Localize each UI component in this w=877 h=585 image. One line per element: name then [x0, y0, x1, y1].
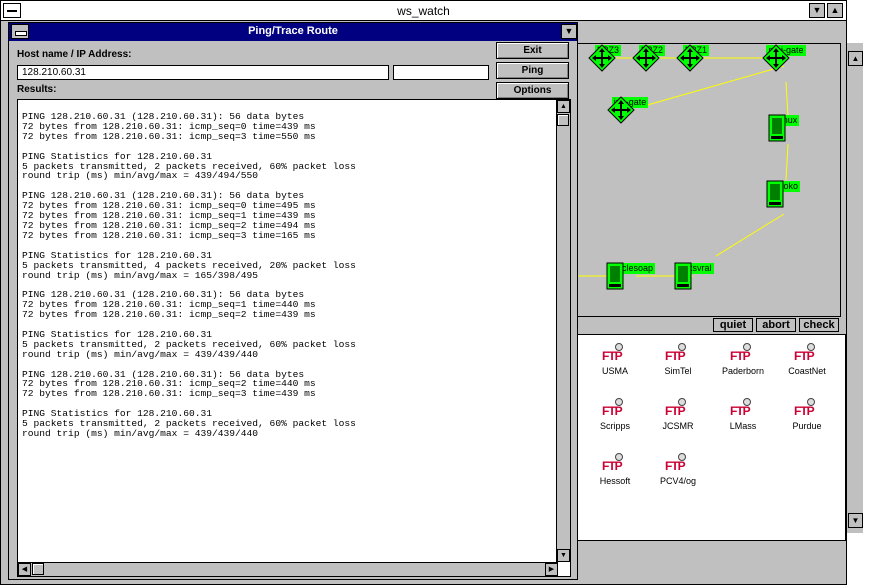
ftp-site-paderborn[interactable]: FTP Paderborn [711, 343, 775, 376]
ftp-icon: FTP [730, 398, 756, 420]
node-mpi-gate[interactable]: mpi-gate [762, 44, 810, 72]
ftp-icon: FTP [665, 453, 691, 475]
ftp-icon: FTP [665, 343, 691, 365]
ftp-site-name: SimTel [664, 366, 692, 376]
ftp-site-name: Scripps [599, 421, 630, 431]
node-lrz3[interactable]: LRZ3 [588, 44, 628, 72]
host-field-label: Host name / IP Address: [17, 49, 132, 60]
host-address-input[interactable] [17, 65, 389, 80]
results-scroll-down-icon[interactable]: ▼ [557, 549, 570, 562]
quiet-button[interactable]: quiet [713, 318, 753, 332]
link-zooko-tuxsvral [715, 213, 785, 257]
node-ipp-gate[interactable]: ipp-gate [607, 96, 653, 124]
ftp-site-name: Paderborn [721, 366, 765, 376]
ftp-icon: FTP [602, 343, 628, 365]
ping-dialog-title: Ping/Trace Route [248, 25, 338, 37]
results-label: Results: [17, 84, 57, 95]
results-horizontal-scrollbar[interactable]: ◀ ▶ [18, 562, 558, 576]
ftp-site-name: CoastNet [788, 366, 826, 376]
link-linux-zooko [785, 143, 789, 181]
results-scroll-thumb[interactable] [557, 114, 569, 126]
ftp-site-pcv4og[interactable]: FTP PCV4/og [646, 453, 710, 486]
host-computer-icon [674, 262, 692, 290]
results-hscroll-thumb[interactable] [32, 563, 44, 575]
ftp-site-simtel[interactable]: FTP SimTel [646, 343, 710, 376]
results-scroll-left-icon[interactable]: ◀ [18, 563, 31, 576]
scroll-down-arrow-icon[interactable]: ▼ [848, 513, 863, 528]
main-window-title: ws_watch [397, 4, 450, 18]
host-computer-icon [606, 262, 624, 290]
ping-dialog-titlebar[interactable]: Ping/Trace Route ▼ [9, 23, 577, 41]
ftp-site-usma[interactable]: FTP USMA [583, 343, 647, 376]
node-zooko[interactable]: zooko [766, 180, 806, 208]
node-cyclesoap[interactable]: cyclesoap [606, 262, 660, 290]
router-icon [588, 44, 616, 72]
ftp-icon: FTP [665, 398, 691, 420]
ping-trace-route-dialog: Ping/Trace Route ▼ Host name / IP Addres… [8, 22, 578, 580]
node-lrz2[interactable]: LRZ2 [632, 44, 672, 72]
exit-button[interactable]: Exit [496, 42, 569, 59]
ftp-icon: FTP [794, 398, 820, 420]
ftp-site-name: USMA [601, 366, 628, 376]
ftp-site-purdue[interactable]: FTP Purdue [775, 398, 839, 431]
host-computer-icon [768, 114, 786, 142]
main-vertical-scrollbar[interactable]: ▲ ▼ [846, 43, 863, 533]
ftp-site-hessoft[interactable]: FTP Hessoft [583, 453, 647, 486]
node-tuxsvral[interactable]: tuxsvral [674, 262, 718, 290]
results-textarea[interactable]: PING 128.210.60.31 (128.210.60.31): 56 d… [17, 99, 571, 577]
main-titlebar[interactable]: ws_watch ▼ ▲ [1, 1, 846, 21]
router-icon [762, 44, 790, 72]
results-vertical-scrollbar[interactable]: ▲ ▼ [556, 100, 570, 562]
router-icon [676, 44, 704, 72]
check-button[interactable]: check [799, 318, 839, 332]
abort-button[interactable]: abort [756, 318, 796, 332]
ftp-site-name: Hessoft [599, 476, 631, 486]
options-button[interactable]: Options [496, 82, 569, 99]
node-linux[interactable]: linux [768, 114, 808, 142]
scroll-up-arrow-icon[interactable]: ▲ [848, 51, 863, 66]
link-mpi-gate-linux [785, 81, 789, 117]
dialog-minimize-button[interactable]: ▼ [561, 24, 577, 39]
maximize-button[interactable]: ▲ [827, 3, 843, 18]
ftp-site-lmass[interactable]: FTP LMass [711, 398, 775, 431]
ftp-icon: FTP [794, 343, 820, 365]
ftp-site-scripps[interactable]: FTP Scripps [583, 398, 647, 431]
router-icon [607, 96, 635, 124]
link-mpi-gate-ipp-gate [643, 65, 785, 107]
ftp-icon: FTP [730, 343, 756, 365]
router-icon [632, 44, 660, 72]
ftp-site-name: PCV4/og [659, 476, 697, 486]
ftp-site-jcsmr[interactable]: FTP JCSMR [646, 398, 710, 431]
ftp-site-name: Purdue [792, 421, 822, 431]
ftp-site-name: JCSMR [662, 421, 694, 431]
ping-button[interactable]: Ping [496, 62, 569, 79]
ftp-site-name: LMass [729, 421, 757, 431]
host-computer-icon [766, 180, 784, 208]
node-lrz1[interactable]: LRZ1 [676, 44, 716, 72]
ftp-icon: FTP [602, 398, 628, 420]
ftp-icon: FTP [602, 453, 628, 475]
ftp-site-coastnet[interactable]: FTP CoastNet [775, 343, 839, 376]
minimize-button[interactable]: ▼ [809, 3, 825, 18]
ping-results-output: PING 128.210.60.31 (128.210.60.31): 56 d… [22, 111, 356, 439]
results-scroll-right-icon[interactable]: ▶ [545, 563, 558, 576]
host-secondary-field[interactable] [393, 65, 489, 80]
results-scroll-up-icon[interactable]: ▲ [557, 100, 570, 113]
